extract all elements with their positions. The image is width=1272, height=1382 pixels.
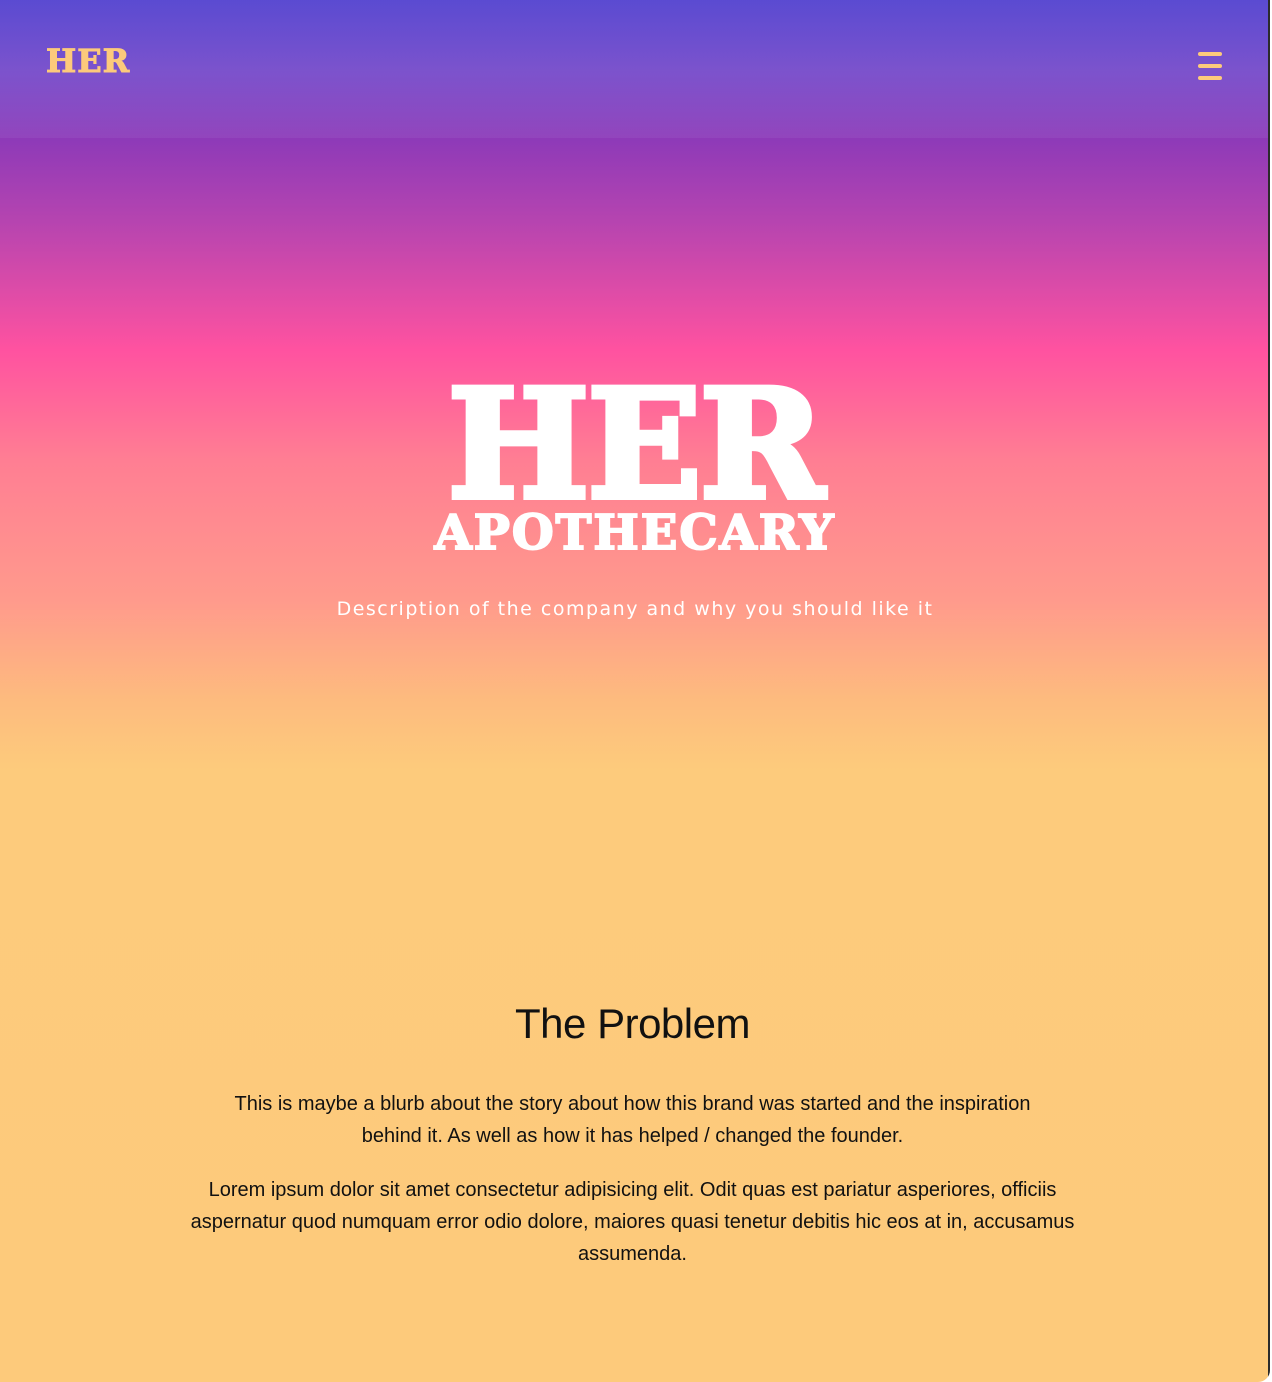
problem-heading: The Problem	[515, 1000, 750, 1047]
page: HER HER APOTHECARY Description of the co…	[0, 0, 1270, 1382]
menu-bar-top	[1198, 52, 1222, 56]
hero-description: Description of the company and why you s…	[336, 598, 934, 620]
hero-title: HER	[445, 357, 828, 533]
menu-bar-bottom	[1198, 76, 1222, 80]
hero-section: HER APOTHECARY Description of the compan…	[0, 357, 1270, 620]
hamburger-menu-icon[interactable]	[1198, 52, 1226, 82]
menu-bar-middle	[1198, 64, 1222, 68]
problem-paragraph: This is maybe a blurb about the story ab…	[234, 1093, 1031, 1147]
hero-subtitle: APOTHECARY	[434, 505, 836, 561]
problem-paragraph: Lorem ipsum dolor sit amet consectetur a…	[190, 1179, 1075, 1265]
problem-section: The Problem This is maybe a blurb about …	[185, 1000, 1080, 1292]
nav-logo[interactable]: HER	[45, 42, 130, 81]
window-edge	[1268, 0, 1270, 1382]
navbar: HER	[0, 0, 1270, 138]
